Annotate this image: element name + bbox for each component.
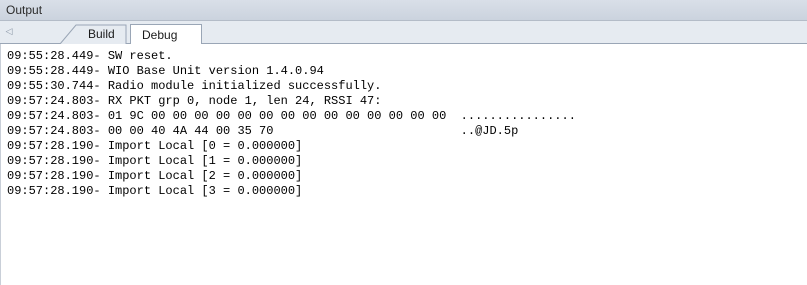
- tab-strip: ◁ Build Debug: [0, 21, 807, 45]
- log-line: 09:57:28.190- Import Local [3 = 0.000000…: [7, 184, 303, 198]
- log-list: 09:55:28.449- SW reset. 09:55:28.449- WI…: [7, 49, 576, 199]
- log-line: 09:55:30.744- Radio module initialized s…: [7, 79, 382, 93]
- output-title-bar: Output: [0, 0, 807, 21]
- output-log-area[interactable]: 09:55:28.449- SW reset. 09:55:28.449- WI…: [0, 44, 807, 285]
- scroll-left-icon[interactable]: ◁: [3, 26, 15, 38]
- log-line: 09:55:28.449- SW reset.: [7, 49, 173, 63]
- log-line: 09:57:24.803- RX PKT grp 0, node 1, len …: [7, 94, 382, 108]
- log-line: 09:55:28.449- WIO Base Unit version 1.4.…: [7, 64, 324, 78]
- tab-debug-label: Debug: [142, 28, 178, 42]
- log-line: 09:57:28.190- Import Local [1 = 0.000000…: [7, 154, 303, 168]
- output-panel: Output ◁ Build Debug 09:55:28.449- SW re…: [0, 0, 807, 285]
- log-line: 09:57:24.803- 01 9C 00 00 00 00 00 00 00…: [7, 109, 576, 123]
- log-line: 09:57:28.190- Import Local [2 = 0.000000…: [7, 169, 303, 183]
- tab-build[interactable]: Build: [58, 24, 128, 45]
- tab-build-label: Build: [88, 27, 115, 41]
- panel-title: Output: [6, 3, 43, 17]
- tab-debug[interactable]: Debug: [130, 24, 202, 45]
- log-line: 09:57:28.190- Import Local [0 = 0.000000…: [7, 139, 303, 153]
- log-line: 09:57:24.803- 00 00 40 4A 44 00 35 70 ..…: [7, 124, 519, 138]
